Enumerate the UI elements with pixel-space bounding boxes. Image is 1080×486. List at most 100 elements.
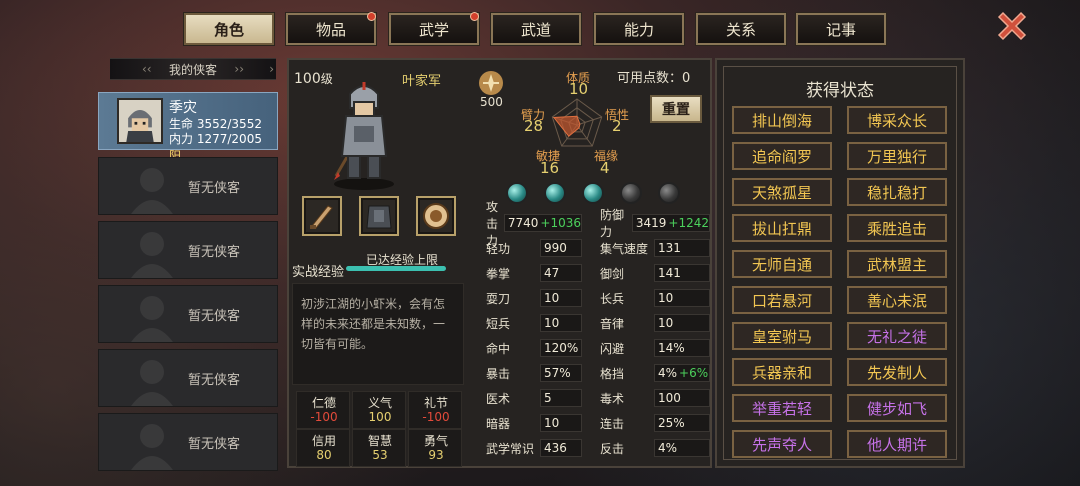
empty-hero-slot[interactable]: 暂无侠客 bbox=[98, 285, 278, 343]
stat-label: 御剑 bbox=[600, 266, 625, 281]
status-tag[interactable]: 他人期许 bbox=[847, 430, 947, 458]
status-tag[interactable]: 善心未泯 bbox=[847, 286, 947, 314]
armor-slot[interactable] bbox=[359, 196, 399, 236]
power-value: 500 bbox=[480, 95, 503, 109]
status-tag[interactable]: 无礼之徒 bbox=[847, 322, 947, 350]
stat-value: 14% bbox=[654, 339, 710, 357]
gem-socket-empty[interactable] bbox=[620, 182, 642, 204]
stat-label: 短兵 bbox=[486, 316, 511, 331]
stat-label: 暗器 bbox=[486, 416, 511, 431]
chevron-right-icon[interactable]: ›› bbox=[234, 62, 244, 76]
empty-hero-slot[interactable]: 暂无侠客 bbox=[98, 157, 278, 215]
status-tag[interactable]: 武林盟主 bbox=[847, 250, 947, 278]
stat-number: 100 bbox=[658, 391, 681, 405]
radar-fuyuan-value: 4 bbox=[600, 159, 610, 177]
stat-number: 4% bbox=[658, 366, 678, 380]
stat-number: 57% bbox=[544, 366, 571, 380]
stat-row: 集气速度 131 bbox=[598, 239, 710, 257]
status-tag[interactable]: 乘胜追击 bbox=[847, 214, 947, 242]
stat-row: 轻功 990 bbox=[484, 239, 582, 257]
status-tag[interactable]: 追命阎罗 bbox=[732, 142, 832, 170]
character-description: 初涉江湖的小虾米，会有怎样的未来还都是未知数，一切皆有可能。 bbox=[292, 283, 464, 385]
level-value: 100 bbox=[294, 71, 321, 87]
gem-socket-empty[interactable] bbox=[658, 182, 680, 204]
stat-number: 141 bbox=[658, 266, 681, 280]
tab-item[interactable]: 记事 bbox=[795, 12, 887, 46]
stat-row: 毒术 100 bbox=[598, 389, 710, 407]
stat-value: 10 bbox=[654, 314, 710, 332]
tab-item[interactable]: 能力 bbox=[593, 12, 685, 46]
empty-hero-slot[interactable]: 暂无侠客 bbox=[98, 349, 278, 407]
status-tag[interactable]: 排山倒海 bbox=[732, 106, 832, 134]
radar-wuxing-value: 2 bbox=[612, 117, 622, 135]
accessory-slot[interactable] bbox=[416, 196, 456, 236]
gem-socket-filled[interactable] bbox=[506, 182, 528, 204]
virtue-value: 93 bbox=[428, 448, 444, 462]
tab-item[interactable]: 武道 bbox=[490, 12, 582, 46]
stat-label: 医术 bbox=[486, 391, 511, 406]
stat-number: 25% bbox=[658, 416, 685, 430]
status-tag[interactable]: 兵器亲和 bbox=[732, 358, 832, 386]
stat-bonus: +6% bbox=[679, 366, 709, 380]
stat-number: 14% bbox=[658, 341, 685, 355]
stat-value: 5 bbox=[540, 389, 582, 407]
empty-slot-label: 暂无侠客 bbox=[187, 308, 240, 324]
status-tag[interactable]: 天煞孤星 bbox=[732, 178, 832, 206]
gem-socket-filled[interactable] bbox=[544, 182, 566, 204]
tab-item[interactable]: 武学 bbox=[388, 12, 480, 46]
stat-row: 命中 120% bbox=[484, 339, 582, 357]
power-icon bbox=[479, 71, 503, 95]
stat-row: 御剑 141 bbox=[598, 264, 710, 282]
radar-tizhi-value: 10 bbox=[569, 80, 589, 98]
status-tag[interactable]: 稳扎稳打 bbox=[847, 178, 947, 206]
status-tag[interactable]: 健步如飞 bbox=[847, 394, 947, 422]
stat-label: 轻功 bbox=[486, 241, 511, 256]
tab-item[interactable]: 关系 bbox=[695, 12, 787, 46]
points-value: 0 bbox=[682, 71, 691, 86]
gem-socket-filled[interactable] bbox=[582, 182, 604, 204]
weapon-slot[interactable] bbox=[302, 196, 342, 236]
notification-dot bbox=[470, 12, 479, 21]
stat-number: 3419 bbox=[635, 216, 667, 230]
tab-item[interactable]: 角色 bbox=[183, 12, 275, 46]
silhouette-icon bbox=[131, 360, 173, 406]
status-tag[interactable]: 皇室驸马 bbox=[732, 322, 832, 350]
expand-arrow-icon[interactable]: › bbox=[269, 62, 274, 76]
mp-label: 内力 bbox=[169, 132, 194, 146]
stat-row: 医术 5 bbox=[484, 389, 582, 407]
empty-hero-slot[interactable]: 暂无侠客 bbox=[98, 221, 278, 279]
stat-number: 436 bbox=[544, 441, 567, 455]
stat-value: 131 bbox=[654, 239, 710, 257]
chevron-left-icon[interactable]: ‹‹ bbox=[142, 62, 152, 76]
stat-label: 命中 bbox=[486, 341, 511, 356]
empty-hero-slot[interactable]: 暂无侠客 bbox=[98, 413, 278, 471]
virtue-value: -100 bbox=[422, 410, 450, 424]
hero-slot-selected[interactable]: 季灾 生命 3552/3552 内力 1277/2005 阳 bbox=[98, 92, 278, 163]
status-tag[interactable]: 拔山扛鼎 bbox=[732, 214, 832, 242]
status-tag[interactable]: 口若悬河 bbox=[732, 286, 832, 314]
stat-row: 防御力 3419 +1242 bbox=[598, 208, 710, 239]
status-tag[interactable]: 万里独行 bbox=[847, 142, 947, 170]
virtue-cell: 勇气 93 bbox=[408, 429, 462, 467]
available-points: 可用点数：0 bbox=[617, 71, 691, 86]
stat-label: 毒术 bbox=[600, 391, 625, 406]
empty-slot-label: 暂无侠客 bbox=[187, 436, 240, 452]
pouch-icon bbox=[423, 203, 449, 229]
stat-number: 10 bbox=[544, 291, 560, 305]
status-tag[interactable]: 博采众长 bbox=[847, 106, 947, 134]
stat-label: 音律 bbox=[600, 316, 625, 331]
status-tag[interactable]: 先声夺人 bbox=[732, 430, 832, 458]
stat-row: 武学常识 436 bbox=[484, 439, 582, 457]
stat-value: 10 bbox=[540, 314, 582, 332]
virtue-cell: 智慧 53 bbox=[352, 429, 406, 467]
status-tag[interactable]: 举重若轻 bbox=[732, 394, 832, 422]
stat-value: 3419 +1242 bbox=[631, 214, 710, 232]
radar-minjie-value: 16 bbox=[540, 159, 560, 177]
reset-button[interactable]: 重置 bbox=[650, 95, 702, 123]
stat-row: 暴击 57% bbox=[484, 364, 582, 382]
close-icon[interactable] bbox=[994, 8, 1030, 44]
empty-slot-label: 暂无侠客 bbox=[187, 372, 240, 388]
status-tag[interactable]: 先发制人 bbox=[847, 358, 947, 386]
status-tag[interactable]: 无师自通 bbox=[732, 250, 832, 278]
tab-item[interactable]: 物品 bbox=[285, 12, 377, 46]
